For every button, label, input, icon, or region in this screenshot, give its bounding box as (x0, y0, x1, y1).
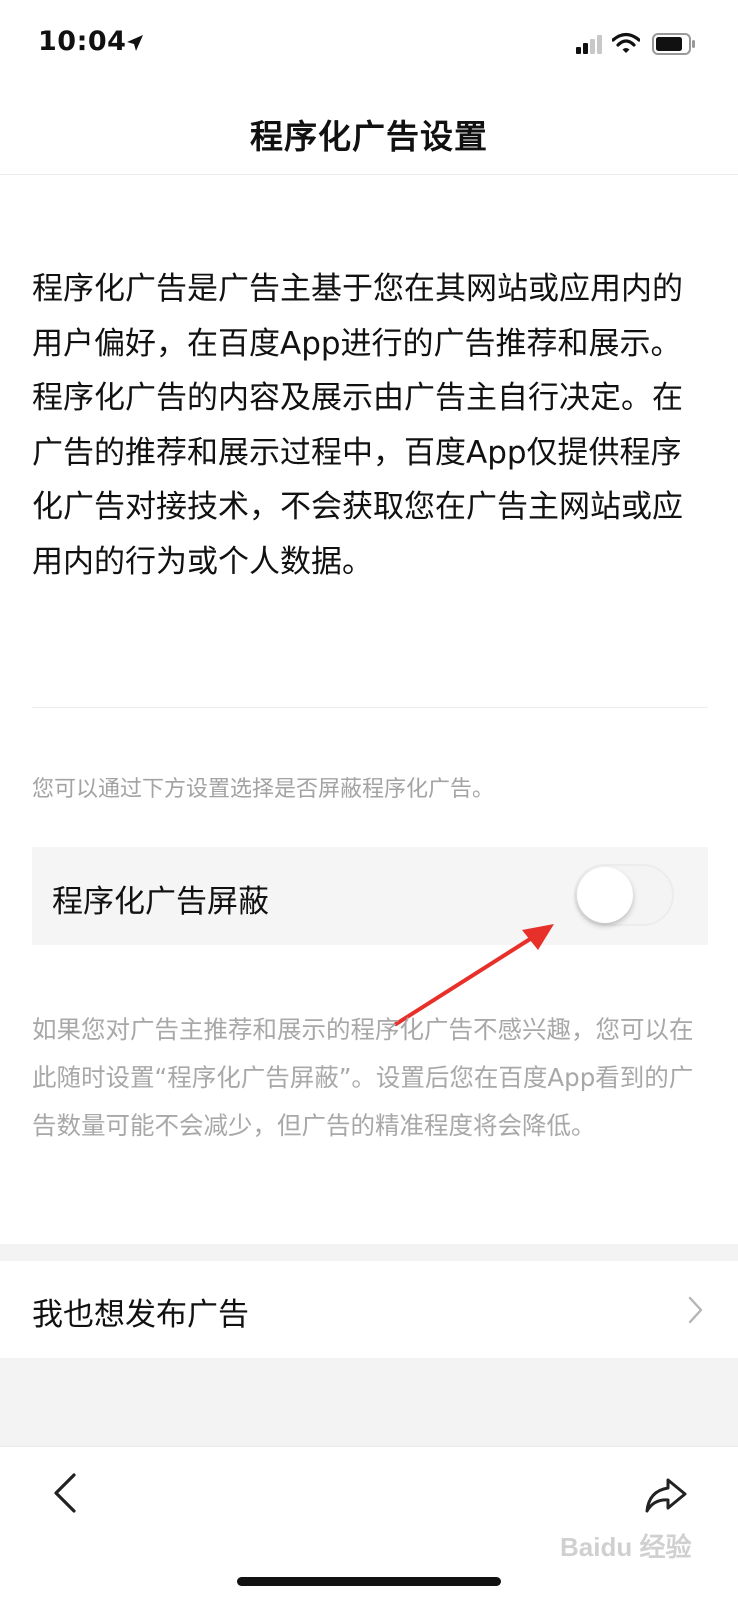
ad-block-toggle[interactable] (574, 864, 674, 926)
baidu-watermark: Baidu 经验 (560, 1532, 692, 1562)
nav-bar: 程序化广告设置 (0, 88, 738, 175)
divider (32, 707, 708, 708)
status-time: 10:04 (38, 26, 127, 57)
bottom-toolbar: Baidu 经验 (0, 1446, 738, 1601)
battery-icon (652, 33, 695, 55)
intro-text: 程序化广告是广告主基于您在其网站或应用内的用户偏好，在百度App进行的广告推荐和… (32, 271, 683, 580)
publish-ad-row[interactable]: 我也想发布广告 (0, 1261, 738, 1358)
toggle-knob[interactable] (577, 867, 633, 923)
ad-block-label: 程序化广告屏蔽 (52, 884, 269, 920)
bottom-gray-area (0, 1358, 738, 1446)
status-bar: 10:04 (0, 0, 738, 88)
wifi-icon (612, 32, 640, 53)
home-indicator (237, 1577, 501, 1586)
back-arrow-icon[interactable] (50, 1471, 80, 1515)
page-title: 程序化广告设置 (250, 117, 488, 156)
location-arrow-icon (127, 35, 143, 51)
cellular-signal-icon (576, 35, 602, 54)
ad-block-setting-row: 程序化广告屏蔽 (32, 847, 708, 945)
section-separator (0, 1244, 738, 1261)
chevron-right-icon (688, 1296, 703, 1324)
setting-hint: 您可以通过下方设置选择是否屏蔽程序化广告。 (32, 777, 495, 802)
publish-ad-label: 我也想发布广告 (32, 1297, 249, 1333)
setting-description: 如果您对广告主推荐和展示的程序化广告不感兴趣，您可以在此随时设置“程序化广告屏蔽… (32, 1015, 694, 1140)
share-icon[interactable] (644, 1477, 688, 1515)
